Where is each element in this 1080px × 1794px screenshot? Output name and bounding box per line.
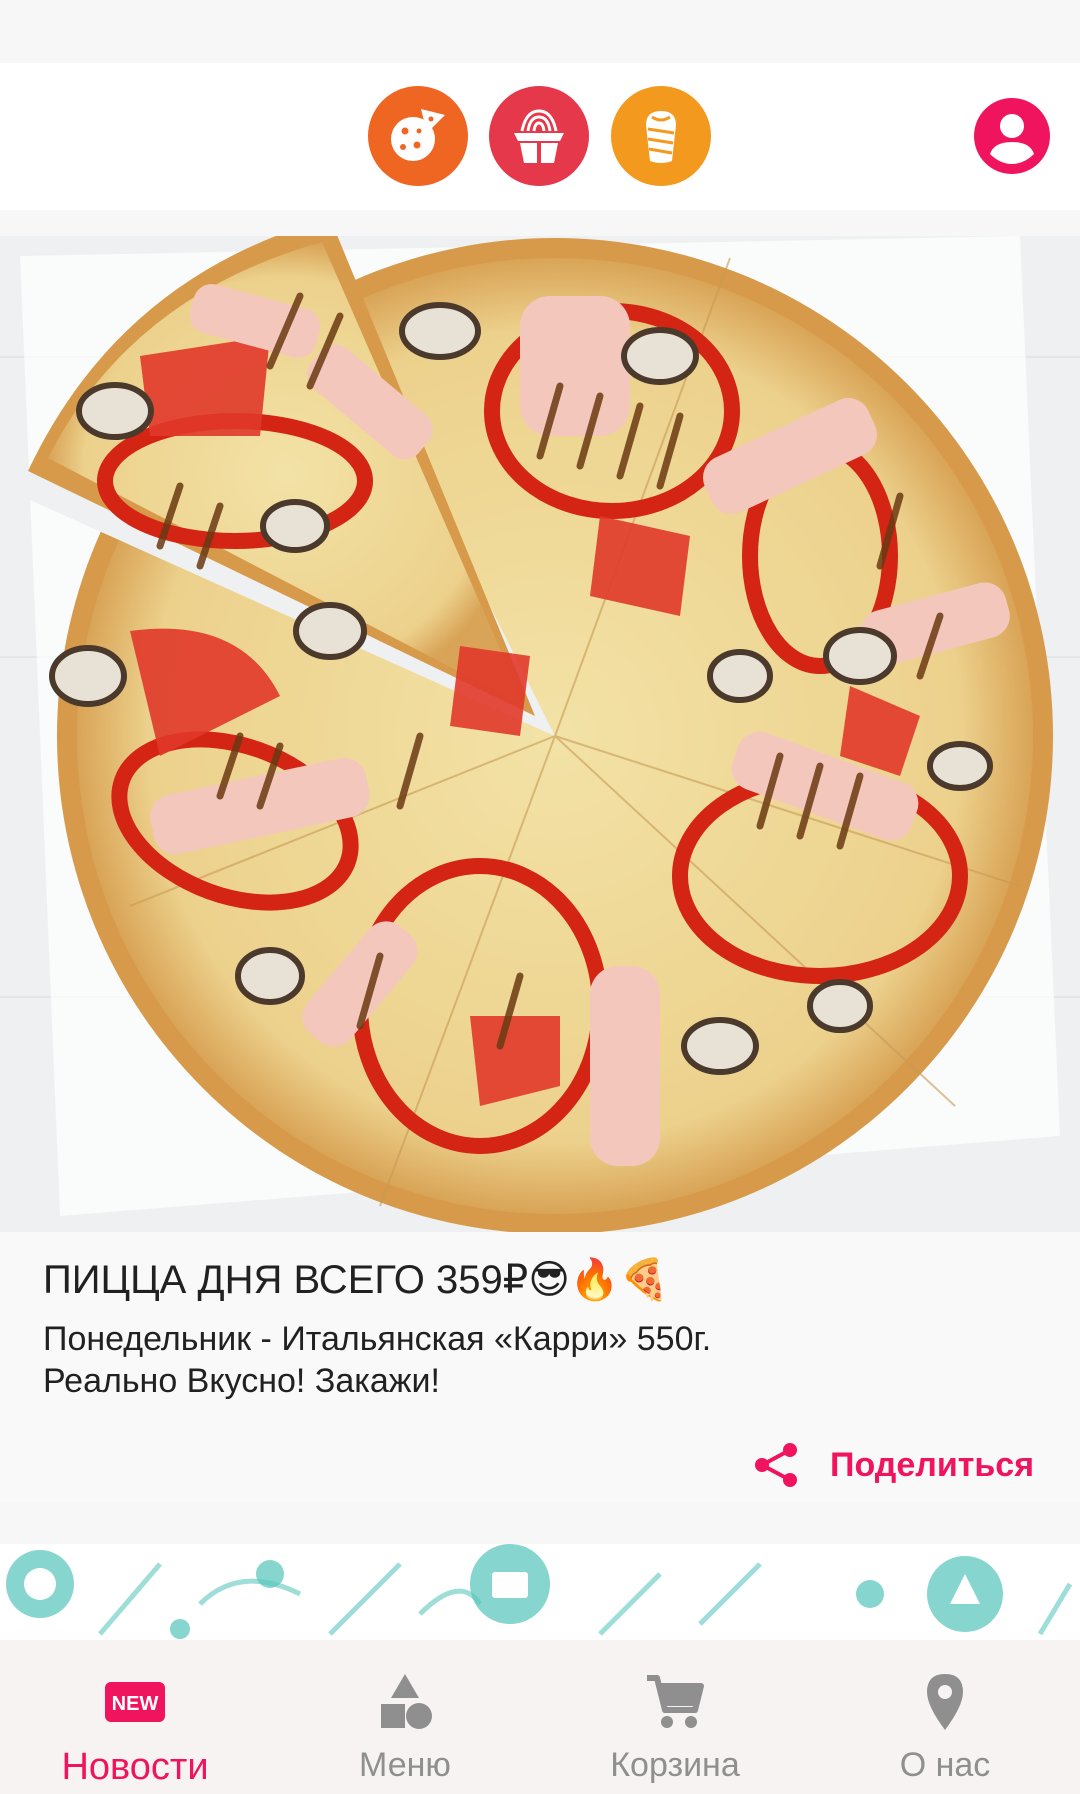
nav-label-about: О нас xyxy=(899,1746,991,1784)
account-circle-icon xyxy=(974,98,1050,174)
app-bar xyxy=(0,63,1080,210)
shawarma-icon xyxy=(646,111,676,163)
pizza-icon xyxy=(391,109,445,161)
profile-button[interactable] xyxy=(972,96,1052,176)
new-badge-icon: NEW xyxy=(105,1682,165,1722)
news-card: ПИЦЦА ДНЯ ВСЕГО 359₽😎🔥🍕 Понедельник - Ит… xyxy=(0,1232,1080,1502)
status-bar xyxy=(0,0,1080,63)
news-body: Понедельник - Итальянская «Карри» 550г. … xyxy=(43,1320,712,1400)
share-label: Поделиться xyxy=(830,1445,1035,1484)
nav-item-menu[interactable]: Меню xyxy=(300,1640,510,1794)
nav-label-menu: Меню xyxy=(359,1746,451,1784)
nav-item-news[interactable]: NEW Новости xyxy=(30,1640,240,1794)
cart-icon xyxy=(647,1675,704,1728)
share-icon xyxy=(755,1443,797,1487)
category-shawarma-button[interactable] xyxy=(611,86,711,186)
category-pizza-button[interactable] xyxy=(368,86,468,186)
share-button[interactable]: Поделиться xyxy=(752,1437,1034,1493)
nav-item-about[interactable]: О нас xyxy=(840,1640,1050,1794)
new-badge-text: NEW xyxy=(112,1693,159,1715)
pizza-photo xyxy=(0,236,1080,1232)
nav-item-cart[interactable]: Корзина xyxy=(570,1640,780,1794)
category-wok-button[interactable] xyxy=(489,86,589,186)
noodle-box-icon xyxy=(514,109,564,163)
next-news-card-preview[interactable] xyxy=(0,1544,1080,1644)
nav-label-cart: Корзина xyxy=(610,1746,740,1784)
grill-master-pattern xyxy=(0,1544,1080,1644)
news-image xyxy=(0,236,1080,1232)
news-title: ПИЦЦА ДНЯ ВСЕГО 359₽😎🔥🍕 xyxy=(43,1258,670,1302)
bottom-navigation: NEW Новости Меню Корзина О нас xyxy=(0,1640,1080,1794)
nav-label-news: Новости xyxy=(61,1746,209,1788)
location-pin-icon xyxy=(927,1674,963,1730)
shapes-icon xyxy=(381,1674,432,1729)
